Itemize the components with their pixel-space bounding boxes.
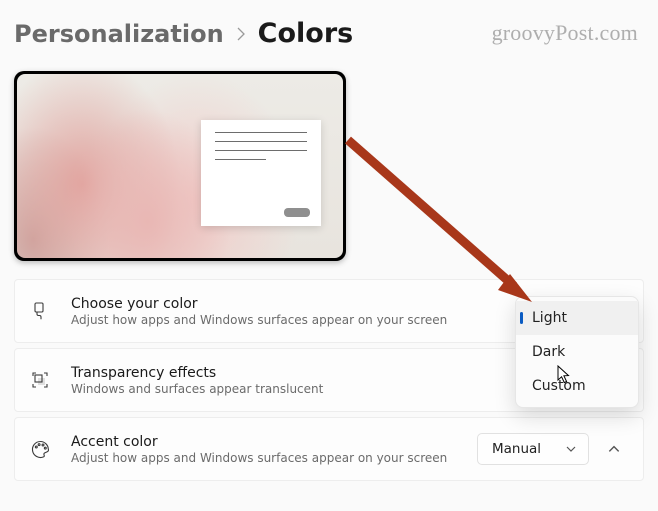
accent-color-row[interactable]: Accent color Adjust how apps and Windows…	[14, 417, 644, 481]
mode-option-custom[interactable]: Custom	[516, 369, 638, 403]
color-mode-menu: Light Dark Custom	[515, 296, 639, 408]
chevron-right-icon	[236, 27, 246, 45]
transparency-icon	[29, 370, 51, 390]
accent-desc: Adjust how apps and Windows surfaces app…	[71, 451, 477, 465]
palette-icon	[29, 439, 51, 460]
brush-icon	[29, 301, 51, 321]
expand-accent-button[interactable]	[599, 434, 629, 464]
mode-option-dark[interactable]: Dark	[516, 335, 638, 369]
chevron-up-icon	[607, 442, 621, 456]
breadcrumb-parent[interactable]: Personalization	[14, 20, 224, 48]
theme-preview	[14, 71, 346, 261]
sample-window	[201, 120, 321, 226]
chevron-down-icon	[565, 443, 577, 455]
page-title: Colors	[258, 18, 354, 49]
accent-mode-value: Manual	[492, 441, 541, 457]
watermark-text: groovyPost.com	[492, 20, 638, 46]
accent-title: Accent color	[71, 434, 477, 450]
accent-mode-dropdown[interactable]: Manual	[477, 433, 589, 465]
mode-option-light[interactable]: Light	[516, 301, 638, 335]
wallpaper-preview	[17, 74, 343, 258]
cursor-icon	[557, 365, 573, 385]
